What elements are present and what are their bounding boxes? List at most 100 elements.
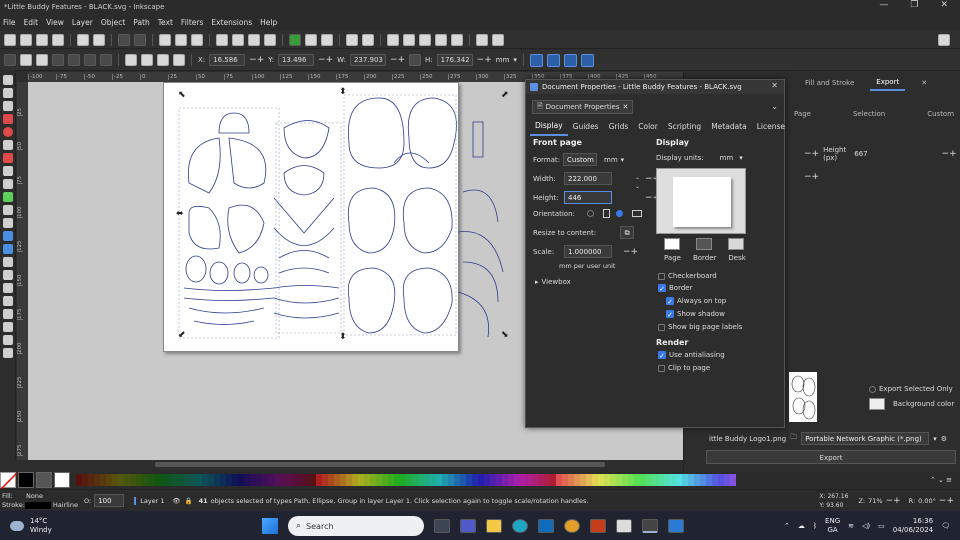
pages-tool-icon[interactable] xyxy=(3,348,13,358)
scale-handle-t[interactable]: ⬍ xyxy=(339,87,347,97)
x-input[interactable]: 16.586 xyxy=(209,54,246,66)
menu-layer[interactable]: Layer xyxy=(72,18,93,27)
antialias-checkbox[interactable] xyxy=(658,351,666,359)
battery-icon[interactable]: ▭ xyxy=(878,522,885,530)
save-icon[interactable] xyxy=(36,33,48,46)
new-document-icon[interactable] xyxy=(4,33,16,46)
box3d-tool-icon[interactable] xyxy=(3,140,13,150)
print-icon[interactable] xyxy=(52,33,64,46)
page-height-input[interactable]: 446 xyxy=(564,191,612,204)
search-box[interactable]: ⌕ Search xyxy=(288,516,424,536)
export-page-tab[interactable]: Page xyxy=(788,107,817,121)
menu-filters[interactable]: Filters xyxy=(181,18,203,27)
text-tool-icon[interactable] xyxy=(3,218,13,228)
rotation-input[interactable]: 0.00° xyxy=(918,497,936,505)
y-stepper[interactable]: −+ xyxy=(318,55,333,65)
menu-text[interactable]: Text xyxy=(158,18,173,27)
zoom-tool-icon[interactable] xyxy=(3,335,13,345)
export-selected-radio[interactable] xyxy=(869,385,876,393)
width-stepper[interactable]: −+ xyxy=(390,55,405,65)
scale-handle-b[interactable]: ⬍ xyxy=(339,332,347,342)
chrome-icon[interactable] xyxy=(564,519,580,533)
chevron-down-icon[interactable]: ⌄ xyxy=(771,102,778,111)
import-icon[interactable] xyxy=(77,33,89,46)
stepper[interactable]: −+ xyxy=(804,172,819,182)
document-properties-icon[interactable] xyxy=(476,33,488,46)
chevron-down-icon[interactable]: ▾ xyxy=(621,156,625,164)
document-page[interactable] xyxy=(163,82,459,352)
height-stepper[interactable]: −+ xyxy=(477,55,492,65)
menu-object[interactable]: Object xyxy=(101,18,125,27)
scale-handle-br[interactable]: ⬊ xyxy=(501,330,509,340)
snap-toggle-icon[interactable] xyxy=(938,33,950,46)
outlook-icon[interactable] xyxy=(538,519,554,533)
y-input[interactable]: 13.496 xyxy=(277,54,314,66)
calligraphy-tool-icon[interactable] xyxy=(3,205,13,215)
tab-document-properties[interactable]: 🗎 Document Properties ✕ xyxy=(532,100,634,114)
rectangle-tool-icon[interactable] xyxy=(3,114,13,124)
unit-select[interactable]: mm xyxy=(496,56,510,64)
checkerboard-row[interactable]: Checkerboard xyxy=(658,272,717,280)
none-swatch[interactable] xyxy=(0,472,18,490)
height-stepper[interactable]: −+ xyxy=(942,149,957,159)
wifi-icon[interactable]: ≋ xyxy=(848,522,854,530)
tab-guides[interactable]: Guides xyxy=(568,118,604,135)
white-swatch[interactable] xyxy=(54,472,70,488)
onedrive-icon[interactable]: ☁ xyxy=(798,522,805,530)
select-all-icon[interactable] xyxy=(4,54,16,66)
star-tool-icon[interactable] xyxy=(3,153,13,163)
zoom-drawing-icon[interactable] xyxy=(232,33,244,46)
spiral-tool-icon[interactable] xyxy=(3,166,13,176)
gray-swatch[interactable] xyxy=(36,472,52,488)
chevron-up-icon[interactable]: ⌃ xyxy=(784,522,790,530)
landscape-radio[interactable] xyxy=(616,210,623,217)
palette-menu-icon[interactable]: ⌃ ⌄ ≡ xyxy=(930,476,952,484)
scale-stroke-icon[interactable] xyxy=(529,53,543,67)
gear-icon[interactable]: ⚙ xyxy=(941,435,947,443)
width-input[interactable]: 237.903 xyxy=(349,54,386,66)
viewbox-expander[interactable]: ▸ Viewbox xyxy=(535,278,571,286)
redo-icon[interactable] xyxy=(134,33,146,46)
zoom-width-icon[interactable] xyxy=(264,33,276,46)
tab-license[interactable]: License xyxy=(752,118,790,135)
tab-metadata[interactable]: Metadata xyxy=(706,118,752,135)
copy-icon[interactable] xyxy=(159,33,171,46)
show-shadow-checkbox[interactable] xyxy=(666,310,674,318)
height-value[interactable]: 667 xyxy=(854,150,867,158)
border-row[interactable]: Border xyxy=(658,284,692,292)
big-labels-checkbox[interactable] xyxy=(658,323,665,331)
scale-handle-tr[interactable]: ⬈ xyxy=(501,90,509,100)
rotate-ccw-icon[interactable] xyxy=(52,54,64,66)
export-filename[interactable]: ittle Buddy Logo1.png xyxy=(709,435,786,443)
bg-color-swatch[interactable] xyxy=(869,398,885,410)
layer-select[interactable]: Layer 1 xyxy=(134,496,170,505)
close-icon[interactable]: ✕ xyxy=(623,103,629,111)
export-button[interactable]: Export xyxy=(706,450,956,464)
palette-swatch[interactable] xyxy=(730,474,736,486)
group-icon[interactable] xyxy=(346,33,358,46)
lower-icon[interactable] xyxy=(157,54,169,66)
scale-input[interactable]: 1.000000 xyxy=(564,245,612,258)
opacity-input[interactable]: 100 xyxy=(94,494,125,507)
resize-to-content-button[interactable]: ⧉ xyxy=(620,226,635,239)
file-explorer-icon[interactable] xyxy=(486,519,502,533)
tab-export[interactable]: Export xyxy=(870,75,906,91)
folder-icon[interactable]: 🗀 xyxy=(790,433,797,444)
powerpoint-icon[interactable] xyxy=(590,519,606,533)
select-all-layers-icon[interactable] xyxy=(20,54,32,66)
black-swatch[interactable] xyxy=(18,472,34,488)
deselect-icon[interactable] xyxy=(36,54,48,66)
layers-icon[interactable] xyxy=(419,33,431,46)
fill-stroke-icon[interactable] xyxy=(387,33,399,46)
show-shadow-row[interactable]: Show shadow xyxy=(666,310,725,318)
border-checkbox[interactable] xyxy=(658,284,666,292)
undo-icon[interactable] xyxy=(118,33,130,46)
node-tool-icon[interactable] xyxy=(3,88,13,98)
chevron-down-icon[interactable]: ▾ xyxy=(739,154,743,162)
spray-tool-icon[interactable] xyxy=(3,296,13,306)
export-icon[interactable] xyxy=(93,33,105,46)
xml-editor-icon[interactable] xyxy=(435,33,447,46)
duplicate-icon[interactable] xyxy=(289,33,301,46)
edge-icon[interactable] xyxy=(512,519,528,533)
format-select[interactable]: Custom xyxy=(563,153,598,166)
